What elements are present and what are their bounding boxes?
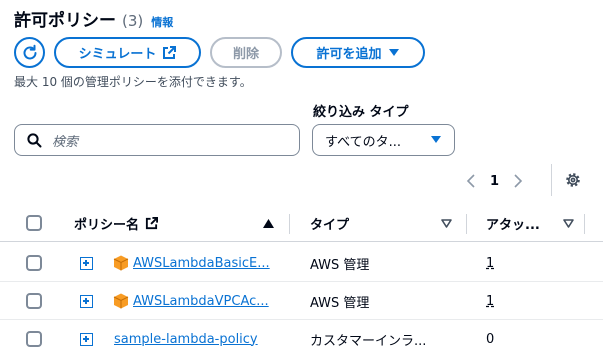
filter-type-label: 絞り込み タイプ xyxy=(313,105,409,120)
table-row: AWSLambdaBasicE... AWS 管理 1 xyxy=(0,244,603,282)
aws-managed-icon xyxy=(113,255,129,271)
sort-ascending-button[interactable] xyxy=(263,204,274,242)
section-header: 許可ポリシー (3) 情報 xyxy=(14,6,173,31)
column-header-type-label: タイプ xyxy=(310,217,350,233)
external-link-icon xyxy=(145,216,159,229)
external-link-icon xyxy=(163,45,177,59)
policy-type: AWS 管理 xyxy=(310,257,370,273)
select-all-cell xyxy=(26,204,42,242)
row-checkbox[interactable] xyxy=(26,331,42,347)
simulate-label: シミュレート xyxy=(78,47,157,62)
column-divider xyxy=(466,214,467,234)
current-page[interactable]: 1 xyxy=(490,174,499,189)
column-header-attached-label: アタッ... xyxy=(486,217,540,233)
policy-count: (3) xyxy=(122,12,144,30)
pagination-divider xyxy=(551,164,552,196)
chevron-right-icon[interactable] xyxy=(513,174,523,188)
column-divider xyxy=(584,214,585,234)
type-filter-select[interactable]: すべてのタ... xyxy=(312,124,455,156)
info-link[interactable]: 情報 xyxy=(151,14,173,30)
aws-managed-icon xyxy=(113,293,129,309)
table-row: AWSLambdaVPCAc... AWS 管理 1 xyxy=(0,282,603,320)
column-header-type[interactable]: タイプ xyxy=(310,204,349,242)
column-header-policy-name[interactable]: ポリシー名 xyxy=(74,204,159,242)
delete-button[interactable]: 削除 xyxy=(210,37,282,68)
select-all-checkbox[interactable] xyxy=(26,215,42,231)
row-checkbox[interactable] xyxy=(26,293,42,309)
attached-entities-count: 0 xyxy=(486,331,495,347)
table-row: sample-lambda-policy カスタマーインラ... 0 xyxy=(0,320,603,358)
column-header-attached[interactable]: アタッ... xyxy=(486,204,540,242)
settings-button[interactable] xyxy=(564,171,582,193)
policy-limit-description: 最大 10 個の管理ポリシーを添付できます。 xyxy=(14,75,252,89)
caret-down-icon xyxy=(431,136,441,143)
refresh-icon xyxy=(23,44,36,59)
column-header-policy-name-label: ポリシー名 xyxy=(74,217,140,233)
expand-icon[interactable] xyxy=(80,332,93,346)
expand-icon[interactable] xyxy=(80,256,93,270)
caret-down-icon xyxy=(388,48,399,56)
add-permissions-button[interactable]: 許可を追加 xyxy=(291,37,425,68)
sort-type-button[interactable] xyxy=(441,204,452,242)
sort-attached-button[interactable] xyxy=(563,204,574,242)
search-placeholder: 検索 xyxy=(52,134,79,150)
row-checkbox[interactable] xyxy=(26,255,42,271)
gear-icon xyxy=(566,173,580,187)
pagination: 1 xyxy=(466,170,523,192)
policy-name-link[interactable]: sample-lambda-policy xyxy=(114,332,258,347)
policy-type: カスタマーインラ... xyxy=(310,333,427,349)
type-filter-value: すべてのタ... xyxy=(325,134,401,150)
sort-descending-icon xyxy=(441,218,452,228)
policy-type: AWS 管理 xyxy=(310,295,370,311)
policy-name-link[interactable]: AWSLambdaVPCAc... xyxy=(133,294,269,309)
policy-name-link[interactable]: AWSLambdaBasicE... xyxy=(133,256,270,271)
column-divider xyxy=(289,214,290,234)
chevron-left-icon[interactable] xyxy=(466,174,476,188)
sort-descending-icon xyxy=(563,218,574,228)
add-permissions-label: 許可を追加 xyxy=(316,47,382,62)
attached-entities-count[interactable]: 1 xyxy=(486,256,494,271)
table-header: ポリシー名 タイプ アタッ... xyxy=(0,204,603,242)
simulate-button[interactable]: シミュレート xyxy=(54,37,201,68)
attached-entities-count[interactable]: 1 xyxy=(486,294,494,309)
refresh-button[interactable] xyxy=(14,37,45,68)
search-icon xyxy=(27,132,42,147)
sort-ascending-icon xyxy=(263,218,274,228)
page-title: 許可ポリシー xyxy=(14,11,116,31)
expand-icon[interactable] xyxy=(80,294,93,308)
delete-label: 削除 xyxy=(232,47,259,62)
search-input[interactable]: 検索 xyxy=(14,124,300,156)
